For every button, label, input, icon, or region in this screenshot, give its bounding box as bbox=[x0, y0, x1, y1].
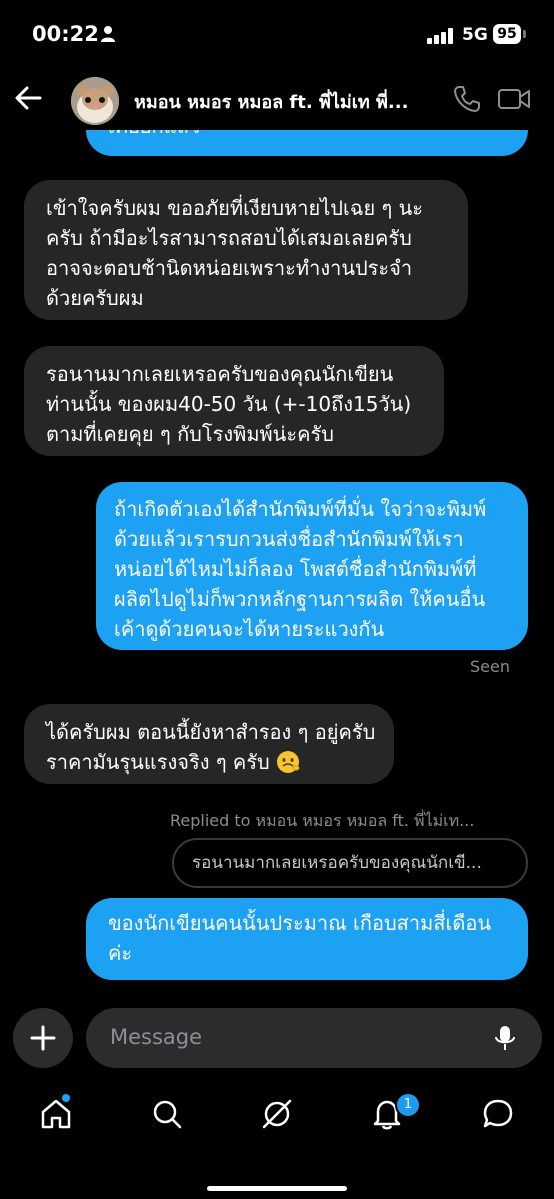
message-line: ด้วยแล้วเรารบกวนส่งชื่อสำนักพิมพ์ให้เรา bbox=[114, 527, 464, 551]
message-bubble-incoming[interactable]: เข้าใจครับผม ขออภัยที่เงียบหายไปเฉย ๆ นะ… bbox=[24, 180, 468, 320]
hamster-avatar-image bbox=[71, 77, 119, 125]
video-camera-icon[interactable] bbox=[497, 84, 531, 114]
battery-icon: 95 bbox=[493, 24, 521, 44]
message-line: เค้าดูด้วยคนจะได้หายระแวงกัน bbox=[114, 617, 385, 641]
message-line: อาจจะตอบช้านิดหน่อยเพราะทำงานประจำ bbox=[46, 256, 413, 280]
microphone-icon[interactable] bbox=[491, 1024, 519, 1052]
message-line: ราคามันรุนแรงจริง ๆ ครับ bbox=[46, 747, 372, 777]
reply-preview[interactable]: รอนานมากเลยเหรอครับของคุณนักเขี... bbox=[172, 838, 528, 888]
contact-avatar[interactable] bbox=[71, 77, 119, 125]
seen-receipt: Seen bbox=[470, 657, 510, 676]
network-type: 5G bbox=[462, 25, 488, 45]
emoji-icon bbox=[277, 751, 300, 773]
chat-header: หมอน หมอร หมอล ft. พี่ไม่เท พี่... bbox=[0, 70, 554, 130]
message-bubble-outgoing[interactable]: ถ้าเกิดตัวเองได้สำนักพิมพ์ที่มั่น ใจว่าจ… bbox=[96, 482, 528, 650]
search-icon[interactable] bbox=[150, 1097, 184, 1131]
message-text: ราคามันรุนแรงจริง ๆ ครับ bbox=[46, 750, 270, 774]
message-line: ด้วยครับผม bbox=[46, 286, 144, 310]
phone-icon[interactable] bbox=[452, 84, 482, 114]
message-line: หน่อยได้ไหมไม่ก็ลอง โพสต์ชื่อสำนักพิมพ์ท… bbox=[114, 557, 477, 581]
message-line: ได้ครับผม ตอนนี้ยังหาสำรอง ๆ อยู่ครับ bbox=[46, 720, 376, 744]
notification-badge: 1 bbox=[395, 1092, 421, 1118]
home-icon[interactable] bbox=[39, 1097, 73, 1131]
back-arrow-icon[interactable] bbox=[12, 82, 44, 114]
add-attachment-button[interactable] bbox=[13, 1008, 73, 1068]
message-bubble-incoming[interactable]: ได้ครับผม ตอนนี้ยังหาสำรอง ๆ อยู่ครับ รา… bbox=[24, 704, 394, 784]
message-input[interactable]: Message bbox=[86, 1008, 542, 1068]
contact-name[interactable]: หมอน หมอร หมอล ft. พี่ไม่เท พี่... bbox=[134, 87, 434, 116]
home-new-dot bbox=[62, 1094, 70, 1102]
message-line: รอนานมากเลยเหรอครับของคุณนักเขียน bbox=[46, 362, 394, 386]
message-line: ครับ ถ้ามีอะไรสามารถสอบได้เสมอเลยครับ bbox=[46, 226, 412, 250]
home-indicator bbox=[207, 1186, 347, 1191]
message-input-placeholder: Message bbox=[110, 1025, 203, 1049]
message-line: ถ้าเกิดตัวเองได้สำนักพิมพ์ที่มั่น ใจว่าจ… bbox=[114, 497, 487, 521]
message-line: ตามที่เคยคุย ๆ กับโรงพิมพ์น่ะครับ bbox=[46, 422, 334, 446]
message-bubble-incoming[interactable]: รอนานมากเลยเหรอครับของคุณนักเขียน ท่านนั… bbox=[24, 346, 444, 456]
message-bubble-outgoing[interactable]: ของนักเขียนคนนั้นประมาณ เกือบสามสี่เดือน… bbox=[86, 898, 528, 980]
message-line: ของนักเขียนคนนั้นประมาณ เกือบสามสี่เดือน bbox=[108, 911, 492, 935]
message-line: เข้าใจครับผม ขออภัยที่เงียบหายไปเฉย ๆ นะ bbox=[46, 196, 424, 220]
message-line: ผลิตไปดูไม่ก็พวกหลักฐานการผลิต ให้คนอื่น bbox=[114, 587, 486, 611]
message-line: ท่านนั้น ของผม40-50 วัน (+-10ถึง15วัน) bbox=[46, 392, 412, 416]
signal-icon bbox=[427, 28, 453, 44]
message-line: ค่ะ bbox=[108, 941, 133, 965]
message-list[interactable]: เคยยกแล้ว เข้าใจครับผม ขออภัยที่เงียบหาย… bbox=[0, 100, 554, 1000]
bottom-navigation: 1 bbox=[0, 1080, 554, 1199]
person-icon bbox=[101, 26, 115, 42]
messages-icon[interactable] bbox=[481, 1097, 515, 1131]
replied-to-label: Replied to หมอน หมอร หมอล ft. พี่ไม่เท..… bbox=[170, 811, 475, 830]
battery-tip bbox=[523, 30, 526, 38]
grok-icon[interactable] bbox=[260, 1097, 294, 1131]
status-bar: 00:22 5G 95 bbox=[0, 0, 554, 70]
plus-icon bbox=[30, 1025, 56, 1051]
status-time: 00:22 bbox=[32, 22, 99, 46]
message-composer: Message bbox=[0, 1000, 554, 1080]
